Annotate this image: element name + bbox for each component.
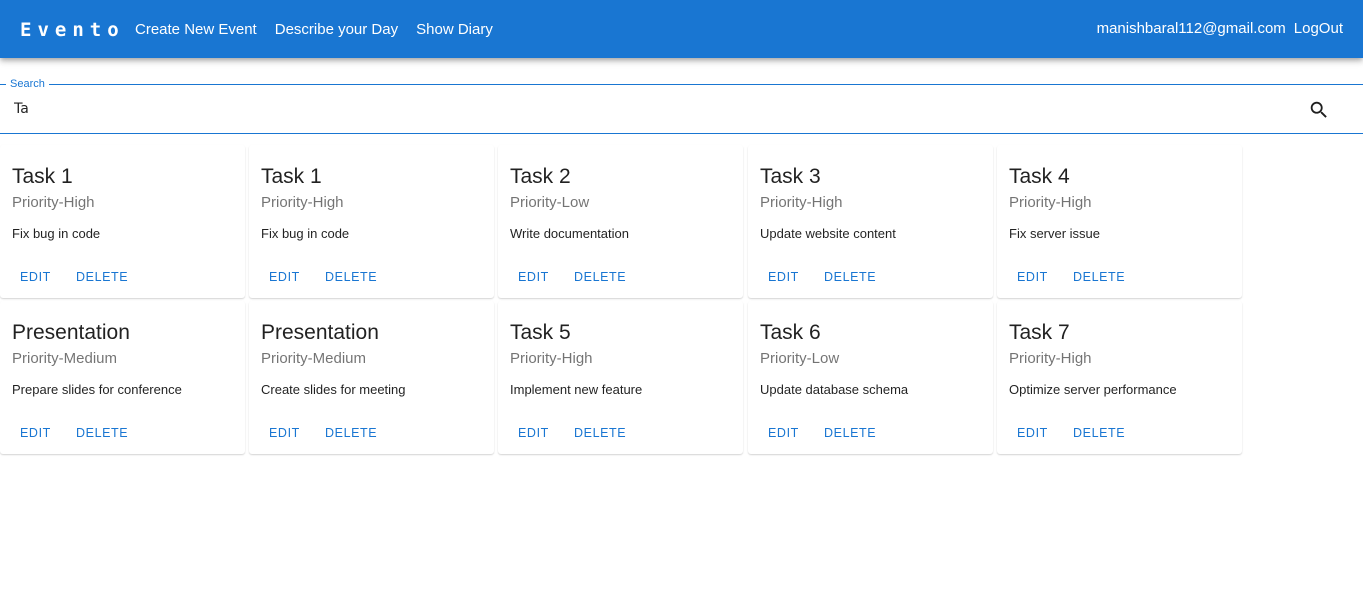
edit-button[interactable]: EDIT (1017, 269, 1048, 285)
event-card: Task 1 Priority-High Fix bug in code EDI… (249, 145, 494, 298)
card-title: Task 3 (760, 165, 821, 188)
card-priority: Priority-High (760, 194, 843, 211)
card-title: Presentation (12, 321, 130, 344)
card-description: Update website content (760, 226, 896, 241)
edit-button[interactable]: EDIT (518, 269, 549, 285)
edit-button[interactable]: EDIT (768, 425, 799, 441)
user-area: manishbaral112@gmail.com LogOut (1097, 19, 1343, 39)
user-email: manishbaral112@gmail.com (1096, 20, 1286, 37)
event-card: Task 3 Priority-High Update website cont… (748, 145, 993, 298)
search-field: Search (0, 77, 1363, 134)
delete-button[interactable]: DELETE (824, 269, 876, 285)
edit-button[interactable]: EDIT (518, 425, 549, 441)
card-title: Task 6 (760, 321, 821, 344)
card-priority: Priority-High (510, 350, 593, 367)
event-card: Task 2 Priority-Low Write documentation … (498, 145, 743, 298)
edit-button[interactable]: EDIT (20, 425, 51, 441)
card-priority: Priority-Medium (12, 350, 118, 367)
edit-button[interactable]: EDIT (269, 269, 300, 285)
card-title: Task 7 (1009, 321, 1070, 344)
card-description: Fix server issue (1009, 226, 1101, 241)
delete-button[interactable]: DELETE (1073, 425, 1125, 441)
card-priority: Priority-Low (760, 350, 840, 367)
delete-button[interactable]: DELETE (574, 425, 626, 441)
edit-button[interactable]: EDIT (20, 269, 51, 285)
delete-button[interactable]: DELETE (76, 269, 128, 285)
event-card: Task 4 Priority-High Fix server issue ED… (997, 145, 1242, 298)
card-priority: Priority-High (1009, 194, 1092, 211)
card-title: Task 5 (510, 321, 571, 344)
edit-button[interactable]: EDIT (768, 269, 799, 285)
delete-button[interactable]: DELETE (325, 269, 377, 285)
search-icon[interactable] (1308, 99, 1330, 121)
edit-button[interactable]: EDIT (269, 425, 300, 441)
card-title: Task 4 (1009, 165, 1070, 188)
nav-show-diary[interactable]: Show Diary (416, 20, 493, 40)
card-description: Write documentation (510, 226, 629, 241)
app-bar: Evento Create New Event Describe your Da… (0, 0, 1363, 58)
event-card: Task 7 Priority-High Optimize server per… (997, 301, 1242, 454)
card-title: Task 2 (510, 165, 571, 188)
card-description: Prepare slides for conference (12, 382, 182, 397)
card-description: Fix bug in code (12, 226, 101, 241)
card-priority: Priority-Medium (261, 350, 367, 367)
brand-logo[interactable]: Evento (20, 18, 125, 42)
card-description: Create slides for meeting (261, 382, 406, 397)
delete-button[interactable]: DELETE (76, 425, 128, 441)
nav-create-new-event[interactable]: Create New Event (135, 20, 257, 40)
delete-button[interactable]: DELETE (574, 269, 626, 285)
card-description: Optimize server performance (1009, 382, 1177, 397)
card-priority: Priority-Low (510, 194, 590, 211)
delete-button[interactable]: DELETE (1073, 269, 1125, 285)
event-card: Presentation Priority-Medium Prepare sli… (0, 301, 245, 454)
event-card: Presentation Priority-Medium Create slid… (249, 301, 494, 454)
card-description: Update database schema (760, 382, 909, 397)
card-priority: Priority-High (1009, 350, 1092, 367)
card-title: Task 1 (12, 165, 73, 188)
event-card: Task 1 Priority-High Fix bug in code EDI… (0, 145, 245, 298)
card-description: Implement new feature (510, 382, 643, 397)
card-title: Presentation (261, 321, 379, 344)
card-title: Task 1 (261, 165, 322, 188)
main-nav: Create New Event Describe your Day Show … (135, 20, 493, 40)
edit-button[interactable]: EDIT (1017, 425, 1048, 441)
card-priority: Priority-High (12, 194, 95, 211)
search-label: Search (6, 77, 49, 91)
delete-button[interactable]: DELETE (824, 425, 876, 441)
event-card: Task 5 Priority-High Implement new featu… (498, 301, 743, 454)
card-priority: Priority-High (261, 194, 344, 211)
logout-button[interactable]: LogOut (1294, 19, 1343, 39)
delete-button[interactable]: DELETE (325, 425, 377, 441)
event-card: Task 6 Priority-Low Update database sche… (748, 301, 993, 454)
nav-describe-your-day[interactable]: Describe your Day (275, 20, 398, 40)
card-description: Fix bug in code (261, 226, 350, 241)
search-input[interactable] (14, 95, 1284, 123)
